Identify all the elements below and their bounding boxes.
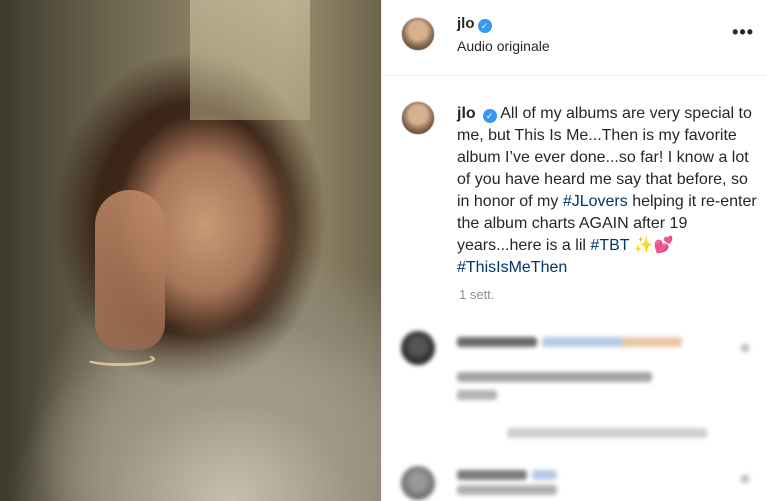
comment-text-line [457,372,652,382]
post-header: jlo ✓ Audio originale ••• [382,0,767,76]
more-options-icon[interactable]: ••• [732,22,754,43]
comment-like-icon[interactable] [741,475,749,483]
comment-like-icon[interactable] [741,344,749,352]
comment-text-line [457,485,557,495]
comment-avatar[interactable] [401,466,435,500]
comment-text-line [457,390,497,400]
comment-username[interactable] [457,470,527,480]
background-window [190,0,310,120]
hashtag-tbt[interactable]: #TBT [590,237,629,254]
post-timestamp[interactable]: 1 sett. [459,287,494,302]
post-side-panel: jlo ✓ Audio originale ••• jlo ✓ All of my … [381,0,767,501]
media-shoulder [0,300,381,501]
author-username[interactable]: jlo [457,15,475,32]
media-hand [95,190,165,350]
comment-meta [507,428,707,438]
post-media-video[interactable] [0,0,381,501]
author-line: jlo ✓ [457,15,492,33]
verified-badge-icon: ✓ [482,109,497,123]
author-avatar[interactable] [401,17,435,51]
caption-username[interactable]: jlo [457,105,476,122]
post-caption: jlo ✓ All of my albums are very special t… [457,103,757,279]
hashtag-jlovers[interactable]: #JLovers [563,193,628,210]
caption-author-avatar[interactable] [401,101,435,135]
comment-emoji [622,337,682,347]
media-bracelet [85,352,155,366]
verified-badge-icon: ✓ [477,19,492,33]
hashtag-thisismethen[interactable]: #ThisIsMeThen [457,259,567,276]
audio-link[interactable]: Audio originale [457,38,550,54]
comment-username[interactable] [457,337,537,347]
comment-avatar[interactable] [401,331,435,365]
comment-username-extra [532,470,557,480]
caption-emoji: ✨💕 [629,237,674,254]
